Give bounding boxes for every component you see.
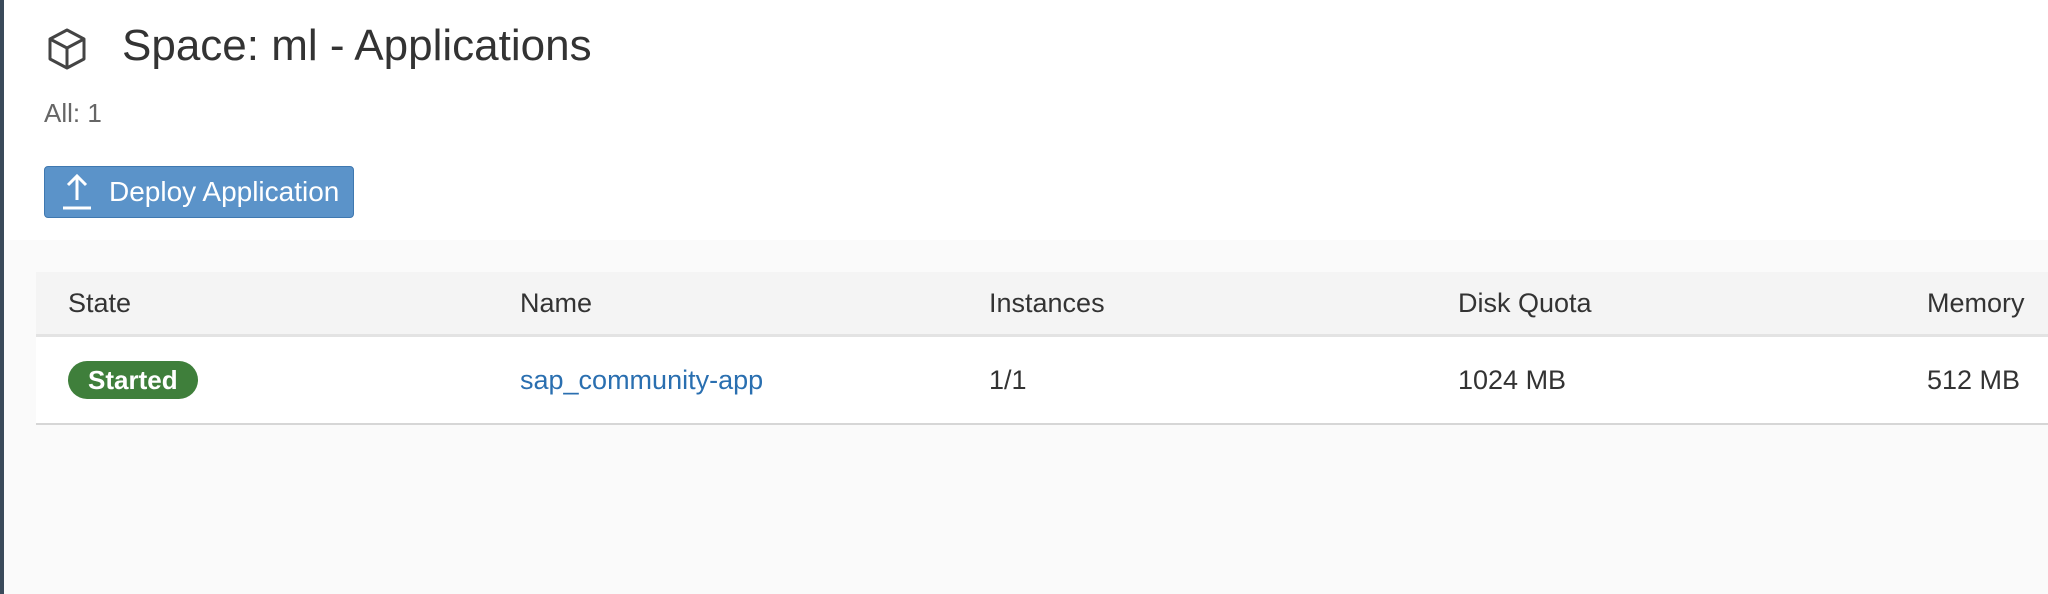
table-row[interactable]: Started sap_community-app 1/1 1024 MB 51… bbox=[36, 337, 2048, 425]
column-header-instances[interactable]: Instances bbox=[989, 272, 1105, 334]
memory-cell: 512 MB bbox=[1927, 364, 2021, 395]
name-cell: sap_community-app bbox=[520, 337, 763, 423]
page-header: Space: ml - Applications All: 1 Deploy A… bbox=[4, 0, 2048, 240]
state-cell: Started bbox=[68, 337, 198, 423]
status-badge: Started bbox=[68, 361, 198, 399]
column-header-memory[interactable]: Memory bbox=[1927, 272, 2025, 334]
space-cube-icon bbox=[48, 28, 86, 70]
application-count: All: 1 bbox=[44, 98, 102, 128]
deploy-application-button[interactable]: Deploy Application bbox=[44, 166, 354, 218]
column-header-disk-quota[interactable]: Disk Quota bbox=[1458, 272, 1592, 334]
page-title: Space: ml - Applications bbox=[122, 21, 592, 70]
applications-table: State Name Instances Disk Quota Memory S… bbox=[36, 272, 2048, 425]
table-header: State Name Instances Disk Quota Memory bbox=[36, 272, 2048, 337]
column-header-name[interactable]: Name bbox=[520, 272, 592, 334]
disk-quota-cell: 1024 MB bbox=[1458, 364, 1567, 395]
deploy-button-label: Deploy Application bbox=[109, 176, 340, 207]
app-name-link[interactable]: sap_community-app bbox=[520, 365, 763, 396]
instances-cell: 1/1 bbox=[989, 364, 1027, 395]
upload-icon bbox=[63, 173, 91, 210]
column-header-state[interactable]: State bbox=[68, 272, 131, 334]
